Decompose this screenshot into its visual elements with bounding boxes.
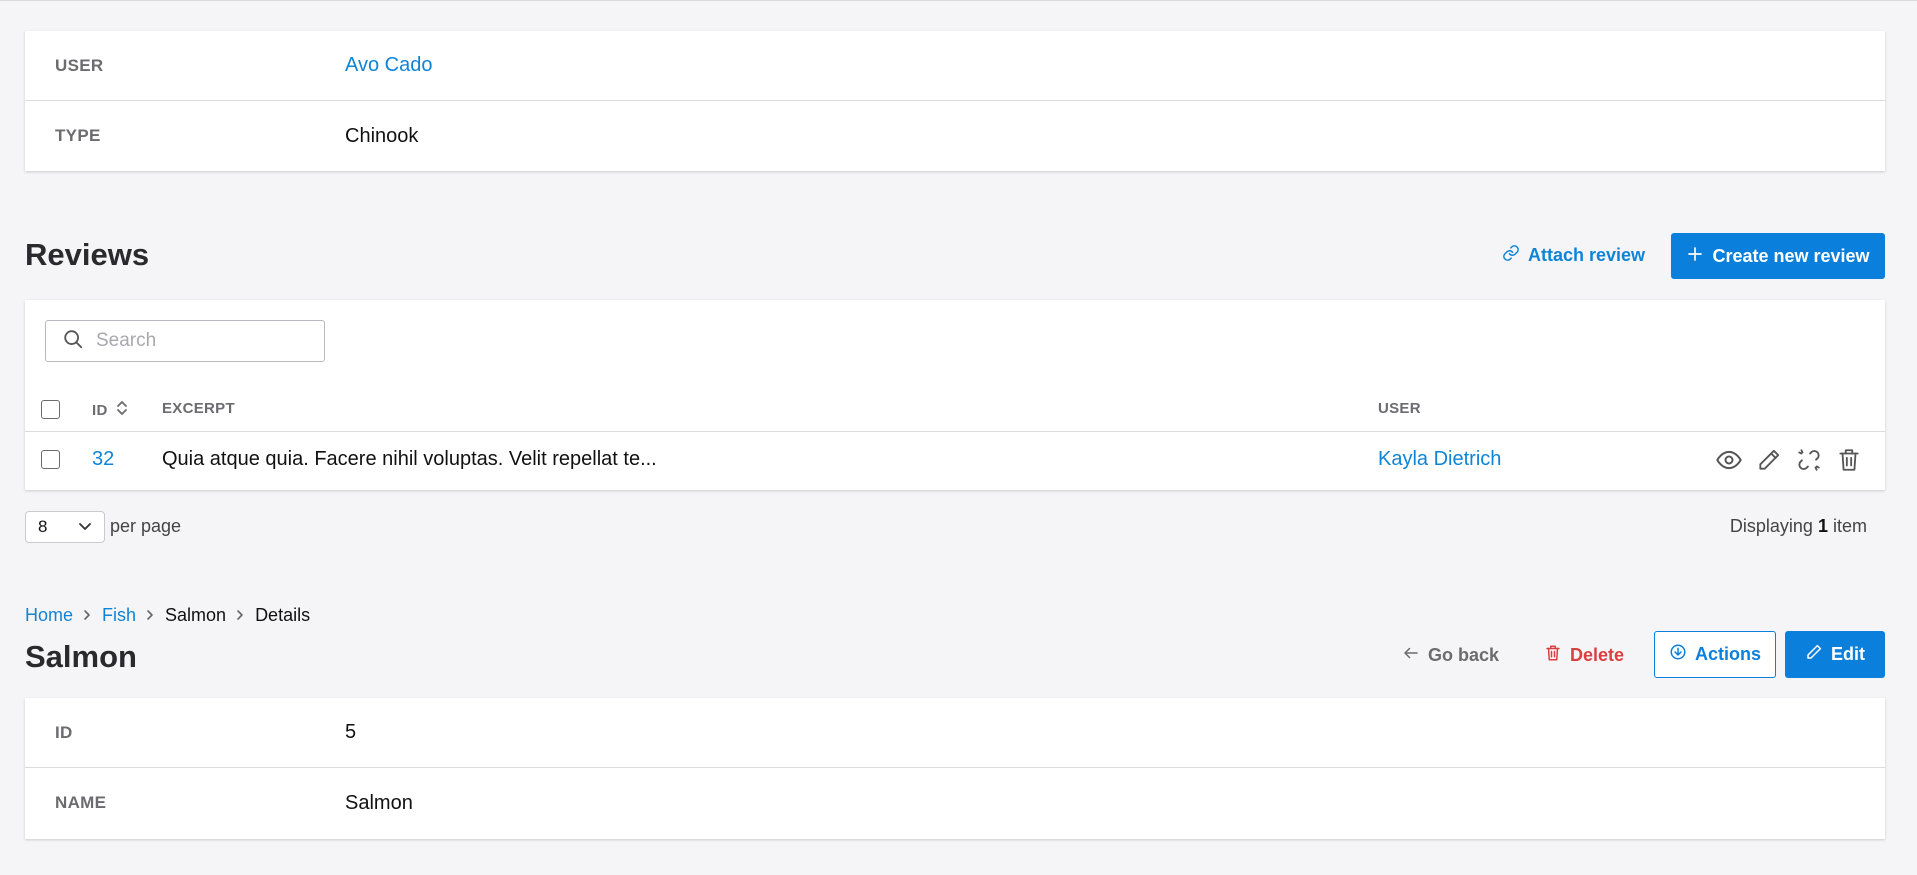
attach-review-button[interactable]: Attach review [1502, 244, 1645, 267]
row-checkbox[interactable] [41, 450, 60, 469]
detail-value: Salmon [345, 791, 413, 814]
edit-button[interactable]: Edit [1785, 631, 1885, 678]
actions-button[interactable]: Actions [1654, 631, 1776, 678]
search-input[interactable] [96, 330, 296, 352]
detail-value: Chinook [345, 124, 419, 147]
chevron-right-icon [236, 608, 245, 624]
edit-label: Edit [1831, 644, 1865, 664]
attach-review-label: Attach review [1528, 245, 1646, 265]
detail-row-user: USER Avo Cado [25, 31, 1885, 101]
column-header-id[interactable]: ID [92, 400, 128, 420]
row-excerpt: Quia atque quia. Facere nihil voluptas. … [162, 448, 657, 470]
detail-user-link[interactable]: Avo Cado [345, 54, 432, 77]
sort-icon[interactable] [116, 400, 128, 420]
per-page-value: 8 [38, 517, 48, 536]
displaying-count: Displaying 1 item [1730, 516, 1867, 537]
detail-label: ID [55, 722, 73, 742]
actions-label: Actions [1694, 644, 1761, 664]
resource-details-card: ID 5 NAME Salmon [25, 698, 1885, 839]
go-back-button[interactable]: Go back [1402, 644, 1499, 667]
breadcrumb-home[interactable]: Home [25, 605, 73, 626]
per-page-select[interactable]: 8 [25, 511, 105, 543]
displaying-suffix: item [1832, 516, 1867, 536]
trash-icon[interactable] [1835, 446, 1863, 474]
search-box [45, 320, 325, 362]
breadcrumb: Home Fish Salmon Details [25, 605, 310, 626]
arrow-left-icon [1402, 644, 1420, 667]
table-row: 32 Quia atque quia. Facere nihil volupta… [25, 432, 1885, 488]
relationship-details-card: USER Avo Cado TYPE Chinook [25, 31, 1885, 171]
eye-icon[interactable] [1715, 446, 1743, 474]
breadcrumb-details: Details [255, 605, 311, 625]
column-header-user: USER [1378, 400, 1421, 417]
detail-label: USER [55, 55, 104, 75]
pencil-icon [1805, 643, 1823, 666]
create-new-review-label: Create new review [1712, 245, 1870, 266]
chevron-right-icon [83, 608, 92, 624]
detail-row-type: TYPE Chinook [25, 101, 1885, 171]
row-user-link[interactable]: Kayla Dietrich [1378, 448, 1501, 471]
reviews-table-card: ID EXCERPT USER 32 Quia atque quia. Face… [25, 300, 1885, 490]
per-page-label: per page [110, 516, 182, 536]
detail-row-name: NAME Salmon [25, 768, 1885, 838]
breadcrumb-salmon: Salmon [165, 605, 227, 625]
detail-value: 5 [345, 721, 357, 743]
displaying-prefix: Displaying [1729, 516, 1813, 536]
breadcrumb-fish[interactable]: Fish [102, 605, 136, 626]
delete-label: Delete [1570, 645, 1625, 665]
download-circle-icon [1669, 643, 1687, 666]
column-header-id-label: ID [92, 401, 108, 419]
column-header-excerpt: EXCERPT [162, 400, 235, 417]
select-all-checkbox[interactable] [41, 400, 60, 419]
detail-label: TYPE [55, 126, 101, 145]
table-header: ID EXCERPT USER [25, 388, 1885, 432]
plus-icon [1686, 245, 1704, 268]
create-new-review-button[interactable]: Create new review [1671, 233, 1885, 279]
chevron-down-icon [78, 517, 92, 537]
displaying-number: 1 [1817, 516, 1828, 536]
trash-icon [1544, 644, 1562, 667]
link-icon [1502, 244, 1520, 267]
chevron-right-icon [146, 608, 155, 624]
row-id-link[interactable]: 32 [92, 448, 114, 471]
search-icon [62, 328, 84, 355]
row-actions [1715, 446, 1863, 474]
detail-label: NAME [55, 793, 107, 812]
unlink-icon[interactable] [1795, 446, 1823, 474]
go-back-label: Go back [1428, 645, 1500, 665]
reviews-heading: Reviews [25, 237, 150, 272]
delete-button[interactable]: Delete [1544, 644, 1624, 667]
page-title: Salmon [25, 639, 137, 674]
pencil-icon[interactable] [1755, 446, 1783, 474]
detail-row-id: ID 5 [25, 698, 1885, 768]
